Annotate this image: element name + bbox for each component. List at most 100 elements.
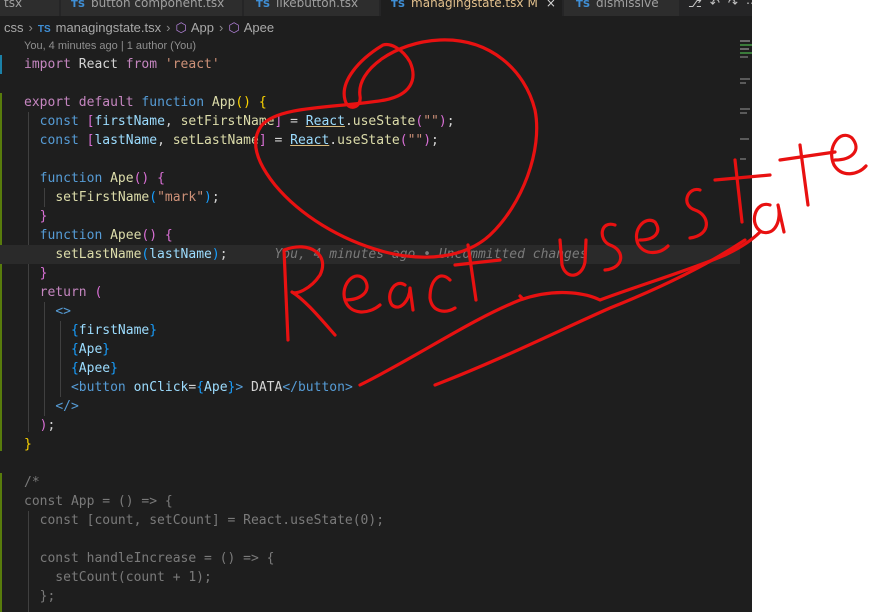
code-token: ) [211, 247, 220, 262]
code-token: } [102, 342, 111, 357]
typescript-icon: TS [37, 24, 51, 35]
tab-likebutton[interactable]: TS likebutton.tsx [244, 0, 380, 16]
code-token: ( [149, 190, 158, 205]
code-line[interactable]: const [count, setCount] = React.useState… [24, 511, 384, 530]
gutter-modified-marker[interactable] [0, 55, 2, 74]
tab-label: dismissive [596, 0, 659, 10]
code-line[interactable]: /* [24, 473, 40, 492]
code-line[interactable]: }; [24, 587, 56, 606]
tab-label: button component.tsx [91, 0, 225, 10]
minimap[interactable] [732, 38, 752, 218]
code-line[interactable]: function Apee() { [24, 226, 173, 245]
code-line[interactable]: const [firstName, setFirstName] = React.… [24, 112, 455, 131]
code-line[interactable]: {firstName} [24, 321, 157, 340]
go-forward-icon[interactable]: ↷ [728, 0, 738, 10]
code-token: firstName [78, 323, 150, 338]
code-line[interactable]: const App = () => { [24, 492, 173, 511]
code-line[interactable]: setCount(count + 1); [24, 568, 212, 587]
code-token: () [235, 95, 252, 110]
code-line[interactable]: } [24, 207, 48, 226]
code-token: ; [47, 418, 56, 433]
code-token: DATA [243, 380, 283, 395]
code-token: useState [352, 114, 416, 129]
tab-managingstate[interactable]: TS managingstate.tsx M × [381, 0, 563, 16]
code-line[interactable]: {Apee} [24, 359, 118, 378]
breadcrumb-folder[interactable]: css [4, 20, 24, 35]
go-back-icon[interactable]: ↶ [710, 0, 720, 10]
code-editor[interactable]: tsx TS button component.tsx TS likebutton.… [0, 0, 752, 612]
code-line[interactable]: setFirstName("mark"); [24, 188, 220, 207]
code-token: () [133, 171, 150, 186]
code-token: }; [24, 589, 56, 604]
code-token: import [24, 57, 71, 72]
code-token: Apee [78, 361, 111, 376]
code-line[interactable]: const handleIncrease = () => { [24, 549, 275, 568]
code-token: React [305, 114, 345, 129]
code-line[interactable]: } [24, 435, 32, 454]
breadcrumb-symbol-apee[interactable]: Apee [244, 20, 274, 35]
tab-dismissive[interactable]: TS dismissive [564, 0, 680, 16]
breadcrumb-symbol-app[interactable]: App [191, 20, 214, 35]
code-token: { [70, 342, 79, 357]
code-token: </ [282, 380, 298, 395]
code-token: . [344, 114, 353, 129]
code-token: default [78, 95, 134, 110]
codelens-blame[interactable]: You, 4 minutes ago | 1 author (You) [24, 39, 196, 53]
code-token: Ape [204, 380, 228, 395]
gutter-added-marker[interactable] [0, 473, 2, 612]
breadcrumb: css › TS managingstate.tsx › ⬡ App › ⬡ Apee [0, 18, 740, 38]
code-line[interactable]: setLastName(lastName); You, 4 minutes ag… [0, 245, 740, 264]
code-token: } [39, 209, 48, 224]
code-token: ; [219, 247, 228, 262]
annotation-letter-a2 [752, 202, 786, 235]
chevron-right-icon: › [28, 20, 33, 35]
code-token: ) [204, 190, 212, 205]
gutter-added-marker[interactable] [0, 93, 2, 451]
close-icon[interactable]: × [546, 0, 556, 10]
tab-label: tsx [4, 0, 23, 10]
code-token: const [39, 133, 79, 148]
more-actions-icon[interactable]: ⋯ [746, 0, 752, 10]
code-line[interactable]: export default function App() { [24, 93, 267, 112]
code-line[interactable]: <button onClick={Ape}> DATA</button> [24, 378, 353, 397]
code-line[interactable]: function Ape() { [24, 169, 165, 188]
code-token: setFirstName [55, 190, 150, 205]
tab-tsx[interactable]: tsx [0, 0, 60, 16]
tab-button-component[interactable]: TS button component.tsx [61, 0, 243, 16]
chevron-right-icon: › [218, 20, 224, 35]
minimap-line [740, 56, 748, 58]
code-line[interactable]: } [24, 264, 48, 283]
code-token: function [39, 171, 103, 186]
code-token: > [344, 380, 353, 395]
code-line[interactable]: </> [24, 397, 78, 416]
code-token: ; [211, 190, 220, 205]
code-line[interactable]: <> [24, 302, 71, 321]
typescript-icon: TS [256, 0, 271, 10]
code-line[interactable]: ); [24, 416, 56, 435]
minimap-line [740, 158, 746, 160]
code-line[interactable]: const [lastName, setLastName] = React.us… [24, 131, 439, 150]
code-token: function [141, 95, 205, 110]
code-token: Ape [110, 171, 134, 186]
code-token: { [164, 228, 173, 243]
code-token: } [149, 323, 158, 338]
code-line[interactable]: {Ape} [24, 340, 110, 359]
breadcrumb-file[interactable]: managingstate.tsx [56, 20, 162, 35]
code-token: useState [337, 133, 400, 148]
code-line[interactable]: import React from 'react' [24, 55, 220, 74]
compare-changes-icon[interactable]: ⎇ [688, 0, 702, 10]
code-line[interactable]: return ( [24, 283, 103, 302]
code-token: firstName [94, 114, 165, 129]
